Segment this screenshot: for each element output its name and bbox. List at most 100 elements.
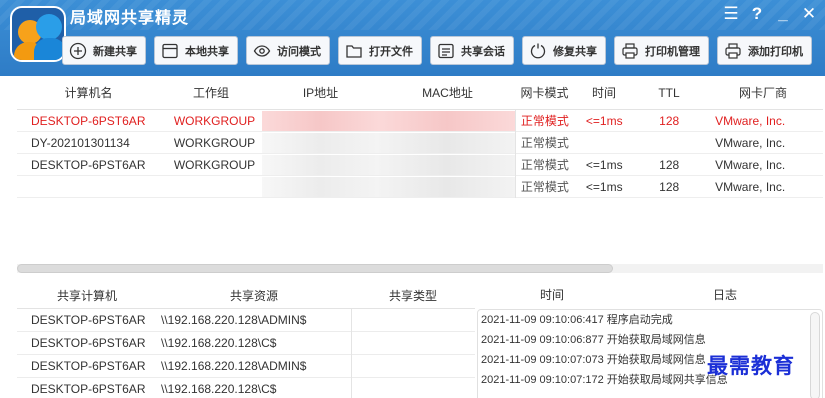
nic-mode-cell: 正常模式 [520,136,569,150]
column-header[interactable]: 工作组 [160,84,262,101]
table-row[interactable]: DESKTOP-6PST6AR WORKGROUP 正常模式 <=1ms 128… [17,153,823,176]
printer-manage-button[interactable]: 打印机管理 [614,36,709,65]
scrollbar-thumb[interactable] [17,264,613,273]
hosts-table-header: 计算机名 工作组 IP地址 MAC地址 网卡模式 时间 TTL 网卡厂商 [17,76,823,110]
log-time: 2021-11-09 09:10:07:073 [481,354,604,366]
eye-icon [253,44,271,57]
column-header[interactable]: 时间 [573,84,635,101]
latency-cell: <=1ms [585,113,623,128]
workgroup-cell: WORKGROUP [173,157,256,172]
new-share-label: 新建共享 [93,45,137,58]
share-resource-cell: \\192.168.220.128\ADMIN$ [161,313,307,327]
window-icon [162,43,178,58]
share-session-button[interactable]: 共享会话 [430,36,514,65]
table-row[interactable]: DESKTOP-6PST6AR \\192.168.220.128\C$ [17,377,475,398]
printer-add-icon [725,42,741,59]
ttl-cell: 128 [659,113,680,128]
log-panel-header: 时间 日志 [477,283,823,305]
help-icon[interactable]: ? [749,5,765,23]
workgroup-cell: WORKGROUP [173,135,256,150]
mac-cell-redacted [378,132,516,153]
computer-name-cell: DESKTOP-6PST6AR [31,113,146,128]
shares-table-header: 共享计算机 共享资源 共享类型 [17,283,475,309]
mac-cell-redacted [378,154,516,175]
ttl-cell: 128 [659,179,680,194]
app-title: 局域网共享精灵 [70,10,190,27]
vendor-cell: VMware, Inc. [715,179,786,194]
share-type-cell [351,308,475,332]
vendor-cell: VMware, Inc. [715,113,786,128]
vendor-cell: VMware, Inc. [715,157,786,172]
add-printer-button[interactable]: 添加打印机 [717,36,812,65]
hosts-horizontal-scrollbar[interactable] [17,262,823,274]
printer-manage-label: 打印机管理 [645,45,700,58]
column-header[interactable]: 网卡厂商 [703,84,823,101]
share-resource-cell: \\192.168.220.128\C$ [161,382,277,396]
close-icon[interactable]: ✕ [801,5,817,23]
printer-icon [622,42,638,59]
column-header[interactable]: 共享资源 [157,287,351,304]
computer-name-cell: DY-202101301134 [31,135,130,150]
column-header[interactable]: TTL [635,86,703,100]
share-resource-cell: \\192.168.220.128\ADMIN$ [161,359,307,373]
column-header[interactable]: 计算机名 [17,84,160,101]
nic-mode-cell: 正常模式 [520,180,569,194]
table-row[interactable]: DESKTOP-6PST6AR \\192.168.220.128\ADMIN$ [17,308,475,332]
window-controls: ☰ ? _ ✕ [723,5,817,23]
app-logo [10,6,66,62]
share-computer-cell: DESKTOP-6PST6AR [31,359,146,373]
share-session-label: 共享会话 [461,45,505,58]
vendor-cell: VMware, Inc. [715,135,786,150]
share-type-cell [351,354,475,378]
local-share-label: 本地共享 [185,45,229,58]
nic-mode-cell: 正常模式 [520,114,569,128]
computer-name-cell: DESKTOP-6PST6AR [31,157,146,172]
share-computer-cell: DESKTOP-6PST6AR [31,382,146,396]
log-panel: 时间 日志 2021-11-09 09:10:06:417 程序启动完成 2021… [477,283,823,398]
log-time: 2021-11-09 09:10:07:172 [481,374,604,386]
log-time: 2021-11-09 09:10:06:417 [481,314,604,326]
menu-icon[interactable]: ☰ [723,5,739,23]
column-header[interactable]: 共享计算机 [17,287,157,304]
column-header[interactable]: IP地址 [262,84,379,101]
repair-share-button[interactable]: 修复共享 [522,36,606,65]
minimize-icon[interactable]: _ [775,5,791,23]
share-resource-cell: \\192.168.220.128\C$ [161,336,277,350]
table-row[interactable]: 正常模式 <=1ms 128 VMware, Inc. [17,175,823,198]
log-message: 开始获取局域网信息 [606,334,706,346]
log-entry: 2021-11-09 09:10:06:417 程序启动完成 [478,310,822,330]
log-vertical-scrollbar[interactable] [810,312,820,398]
share-type-cell [351,377,475,398]
share-computer-cell: DESKTOP-6PST6AR [31,336,146,350]
open-file-label: 打开文件 [369,45,413,58]
table-row[interactable]: DY-202101301134 WORKGROUP 正常模式 VMware, I… [17,131,823,154]
column-header[interactable]: 网卡模式 [516,84,573,101]
toolbar: 新建共享 本地共享 访问模式 打开文件 共享会话 修复共享 打印机管理 添加打印… [62,36,821,66]
log-message: 程序启动完成 [606,314,673,326]
hosts-table: 计算机名 工作组 IP地址 MAC地址 网卡模式 时间 TTL 网卡厂商 DES… [17,76,823,198]
ip-cell-redacted [261,110,379,131]
plus-circle-icon [69,42,87,59]
column-header[interactable]: 时间 [477,286,627,303]
access-mode-label: 访问模式 [277,45,321,58]
table-row[interactable]: DESKTOP-6PST6AR \\192.168.220.128\ADMIN$ [17,354,475,378]
table-row[interactable]: DESKTOP-6PST6AR WORKGROUP 正常模式 <=1ms 128… [17,109,823,132]
title-bar: 局域网共享精灵 ☰ ? _ ✕ 新建共享 本地共享 访问模式 打开文件 共享会话 [0,0,825,76]
open-file-button[interactable]: 打开文件 [338,36,422,65]
new-share-button[interactable]: 新建共享 [62,36,146,65]
ip-cell-redacted [261,132,379,153]
repair-share-label: 修复共享 [553,45,597,58]
refresh-icon [530,43,546,58]
shares-table: 共享计算机 共享资源 共享类型 DESKTOP-6PST6AR \\192.16… [17,283,475,398]
column-header[interactable]: 日志 [627,286,823,303]
access-mode-button[interactable]: 访问模式 [246,36,330,65]
column-header[interactable]: MAC地址 [379,84,516,101]
table-row[interactable]: DESKTOP-6PST6AR \\192.168.220.128\C$ [17,331,475,355]
list-icon [438,43,454,58]
local-share-button[interactable]: 本地共享 [154,36,238,65]
column-header[interactable]: 共享类型 [351,287,475,304]
latency-cell: <=1ms [585,157,623,172]
log-entry: 2021-11-09 09:10:06:877 开始获取局域网信息 [478,330,822,350]
mac-cell-redacted [378,110,516,131]
log-time: 2021-11-09 09:10:06:877 [481,334,604,346]
